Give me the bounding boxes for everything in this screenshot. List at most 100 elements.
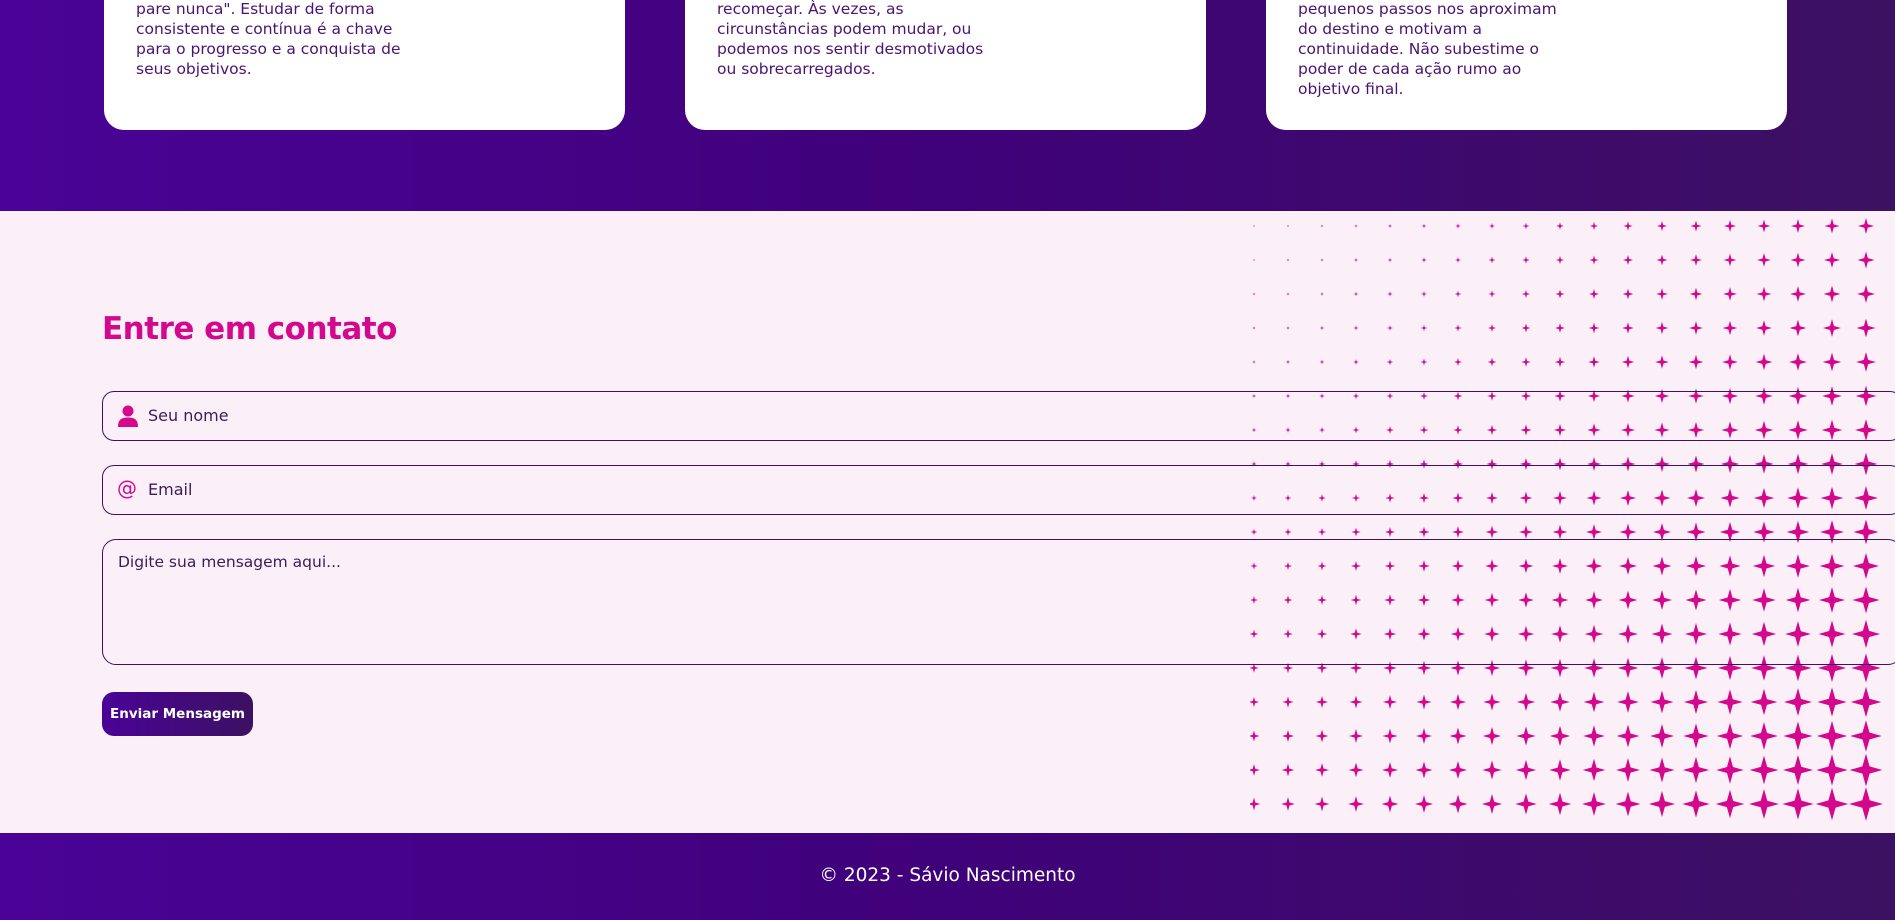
sparkle-star bbox=[1824, 218, 1840, 234]
sparkle-star bbox=[1488, 290, 1496, 298]
sparkle-star bbox=[1454, 324, 1462, 332]
feature-card: pare nunca". Estudar de forma consistent… bbox=[104, 0, 625, 130]
sparkle-star bbox=[1650, 690, 1674, 714]
name-field[interactable]: Seu nome bbox=[102, 391, 1895, 441]
sparkle-star bbox=[1816, 720, 1848, 752]
sparkle-star bbox=[1250, 696, 1260, 708]
sparkle-star bbox=[1522, 222, 1530, 230]
sparkle-star bbox=[1619, 523, 1637, 541]
sparkle-star bbox=[1756, 320, 1772, 336]
sparkle-star bbox=[1415, 761, 1433, 779]
card-text-line: para o progresso e a conquista de bbox=[136, 40, 401, 58]
sparkle-star bbox=[1315, 763, 1329, 777]
sparkle-star bbox=[1550, 692, 1570, 712]
sparkle-star bbox=[1655, 355, 1669, 369]
sparkle-star bbox=[1386, 358, 1394, 366]
sparkle-star bbox=[1416, 694, 1432, 710]
sparkle-star bbox=[1782, 754, 1814, 786]
sparkle-star bbox=[1589, 289, 1599, 299]
contact-section: Entre em contato Seu nome @ Email Digite… bbox=[0, 211, 1895, 833]
sparkle-star bbox=[1387, 325, 1393, 331]
sparkle-star bbox=[1856, 318, 1876, 338]
sparkle-star bbox=[1816, 754, 1848, 786]
send-message-button[interactable]: Enviar Mensagem bbox=[102, 692, 253, 736]
sparkle-star bbox=[1549, 725, 1571, 747]
sparkle-star bbox=[1556, 222, 1564, 230]
sparkle-star bbox=[1615, 791, 1641, 817]
sparkle-star bbox=[1582, 792, 1606, 816]
sparkle-star bbox=[1454, 358, 1462, 366]
card-text-line: objetivo final. bbox=[1298, 80, 1404, 98]
sparkle-star bbox=[1487, 357, 1497, 367]
sparkle-star bbox=[1387, 291, 1393, 297]
sparkle-star bbox=[1250, 528, 1258, 536]
sparkle-star bbox=[1351, 527, 1361, 537]
email-field[interactable]: @ Email bbox=[102, 465, 1895, 515]
sparkle-star bbox=[1857, 217, 1875, 235]
sparkle-star bbox=[1716, 722, 1744, 750]
sparkle-star bbox=[1688, 354, 1704, 370]
sparkle-star bbox=[1621, 355, 1635, 369]
sparkle-star bbox=[1789, 353, 1807, 371]
sparkle-star bbox=[1488, 222, 1496, 230]
sparkle-star bbox=[1320, 224, 1324, 228]
sparkle-star bbox=[1455, 257, 1461, 263]
feature-card-text: pequenos passos nos aproximam do destino… bbox=[1298, 0, 1598, 99]
sparkle-star bbox=[1420, 358, 1428, 366]
sparkle-star bbox=[1682, 756, 1710, 784]
sparkle-star bbox=[1282, 730, 1294, 742]
sparkle-star bbox=[1515, 793, 1537, 815]
sparkle-star bbox=[1317, 527, 1327, 537]
sparkle-star bbox=[1849, 753, 1883, 787]
sparkle-star bbox=[1415, 795, 1433, 813]
sparkle-star bbox=[1481, 793, 1503, 815]
sparkle-star bbox=[1286, 258, 1290, 262]
sparkle-star bbox=[1250, 730, 1260, 742]
sparkle-star bbox=[1586, 524, 1602, 540]
sparkle-star bbox=[1723, 253, 1737, 267]
sparkle-star bbox=[1583, 691, 1605, 713]
sparkle-star bbox=[1315, 729, 1329, 743]
sparkle-star bbox=[1349, 729, 1363, 743]
copyright-text: © 2023 - Sávio Nascimento bbox=[819, 865, 1076, 886]
sparkle-star bbox=[1856, 352, 1876, 372]
sparkle-star bbox=[1421, 223, 1427, 229]
sparkle-star bbox=[1622, 322, 1634, 334]
sparkle-star bbox=[1348, 762, 1364, 778]
sparkle-star bbox=[1656, 220, 1668, 232]
sparkle-star bbox=[1689, 287, 1703, 301]
sparkle-star bbox=[1449, 693, 1467, 711]
sparkle-star bbox=[1755, 353, 1773, 371]
card-text-line: pequenos passos nos aproximam bbox=[1298, 0, 1557, 18]
sparkle-star bbox=[1723, 287, 1737, 301]
sparkle-star bbox=[1381, 795, 1399, 813]
card-text-line: circunstâncias podem mudar, ou bbox=[717, 20, 972, 38]
sparkle-star bbox=[1315, 695, 1329, 709]
sparkle-star bbox=[1849, 787, 1883, 821]
sparkle-star bbox=[1454, 290, 1462, 298]
sparkle-star bbox=[1421, 291, 1427, 297]
message-field[interactable]: Digite sua mensagem aqui... bbox=[102, 539, 1895, 665]
sparkle-star bbox=[1521, 357, 1531, 367]
sparkle-star bbox=[1790, 252, 1806, 268]
sparkle-star bbox=[1516, 692, 1536, 712]
sparkle-star bbox=[1387, 257, 1393, 263]
sparkle-star bbox=[1319, 325, 1325, 331]
sparkle-star bbox=[1281, 763, 1295, 777]
sparkle-star bbox=[1750, 688, 1778, 716]
sparkle-star bbox=[1656, 288, 1668, 300]
sparkle-star bbox=[1320, 258, 1324, 262]
sparkle-star bbox=[1455, 223, 1461, 229]
sparkle-star bbox=[1521, 289, 1531, 299]
sparkle-star bbox=[1515, 759, 1537, 781]
user-icon bbox=[118, 405, 138, 427]
sparkle-star bbox=[1857, 251, 1875, 269]
sparkle-star bbox=[1722, 320, 1738, 336]
sparkle-star bbox=[1382, 694, 1398, 710]
sparkle-star bbox=[1555, 289, 1565, 299]
sparkle-star bbox=[1622, 254, 1634, 266]
card-text-line: do destino e motivam a bbox=[1298, 20, 1482, 38]
sparkle-star bbox=[1516, 726, 1536, 746]
sparkle-star bbox=[1250, 764, 1260, 776]
sparkle-star bbox=[1353, 325, 1359, 331]
